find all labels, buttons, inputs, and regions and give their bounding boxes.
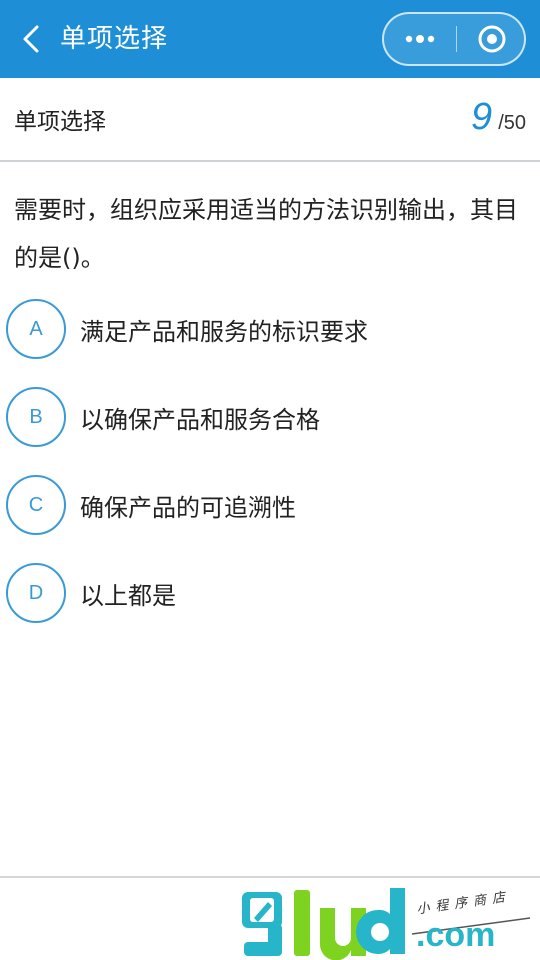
close-miniprogram-button[interactable]	[457, 14, 526, 64]
section-header: 单项选择 9 /50	[0, 78, 540, 162]
watermark-domain: .com	[416, 916, 496, 954]
more-dots-icon	[405, 35, 435, 43]
option-c[interactable]: C 确保产品的可追溯性	[6, 474, 526, 536]
option-text: 以确保产品和服务合格	[80, 405, 320, 434]
capsule-menu	[382, 12, 526, 66]
option-letter-badge: D	[6, 563, 66, 623]
option-a[interactable]: A 满足产品和服务的标识要求	[6, 298, 526, 360]
more-button[interactable]	[384, 14, 456, 64]
option-d[interactable]: D 以上都是	[6, 562, 526, 624]
nav-title: 单项选择	[60, 24, 169, 54]
option-text: 以上都是	[80, 581, 176, 610]
option-letter-badge: A	[6, 299, 66, 359]
option-letter-badge: C	[6, 475, 66, 535]
option-letter-badge: B	[6, 387, 66, 447]
back-button[interactable]	[14, 22, 48, 56]
chevron-left-icon	[23, 25, 39, 53]
option-b[interactable]: B 以确保产品和服务合格	[6, 386, 526, 448]
option-text: 满足产品和服务的标识要求	[80, 317, 368, 346]
nav-bar: 单项选择	[0, 0, 540, 78]
question-progress: 9 /50	[471, 96, 526, 139]
target-circle-icon	[478, 25, 505, 53]
question-text: 需要时，组织应采用适当的方法识别输出，其目的是()。	[14, 196, 518, 272]
section-title: 单项选择	[14, 109, 106, 135]
watermark-logo: 小程序商店 .com	[240, 888, 540, 960]
current-question-number: 9	[471, 96, 493, 138]
option-text: 确保产品的可追溯性	[80, 493, 296, 522]
total-questions: /50	[498, 112, 526, 134]
footer-divider	[0, 876, 540, 878]
